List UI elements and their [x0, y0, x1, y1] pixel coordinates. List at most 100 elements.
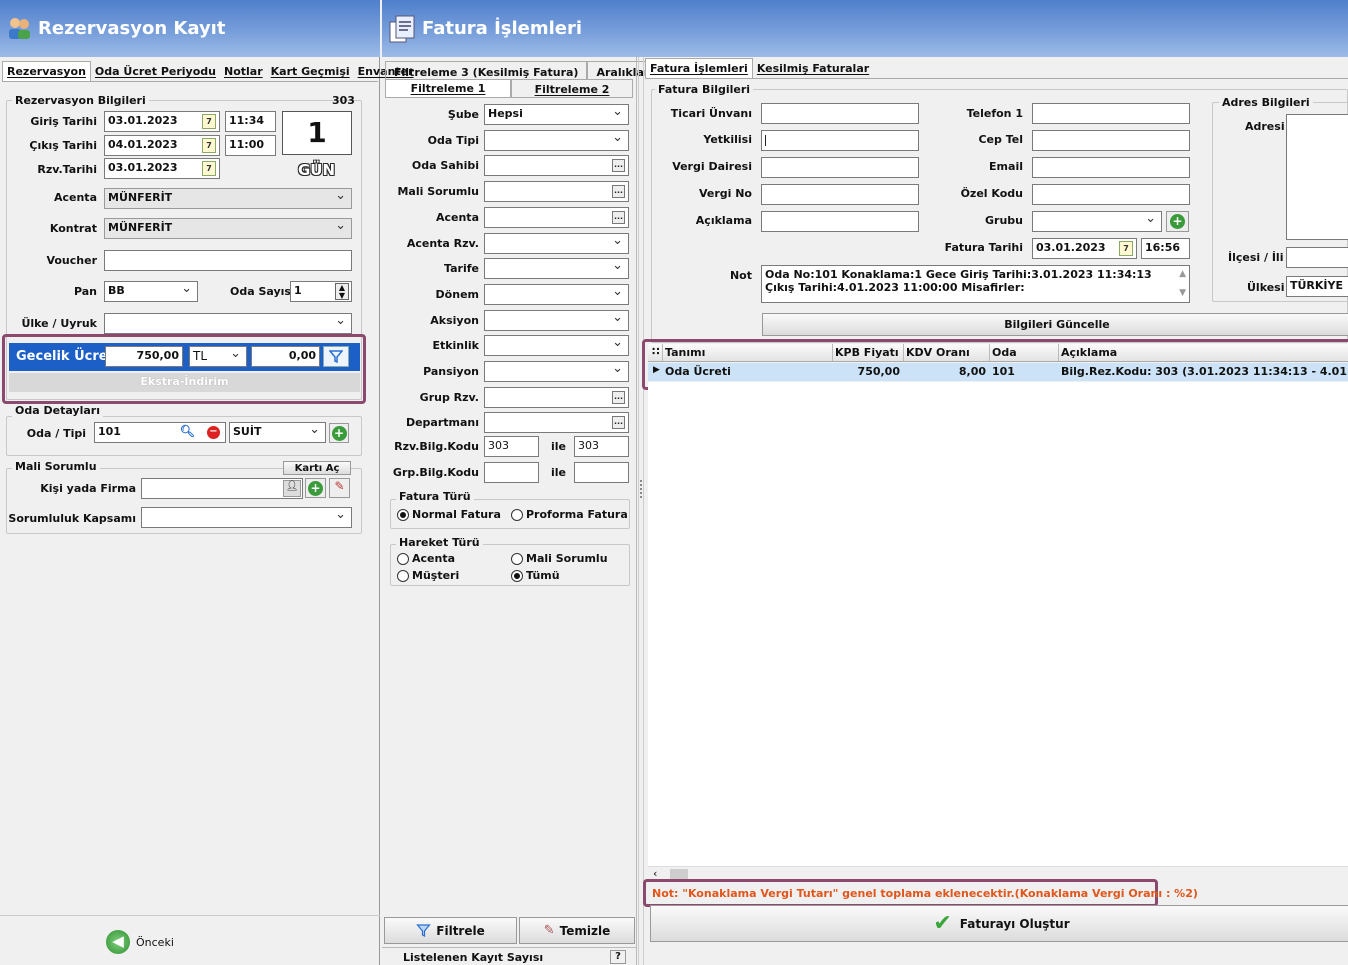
add-person-button[interactable]: +	[305, 478, 326, 498]
proforma-fatura-radio[interactable]: Proforma Fatura	[511, 508, 628, 521]
ticari-input[interactable]	[761, 103, 919, 124]
filter-input[interactable]	[484, 335, 629, 356]
tab-oda-ucret-periyodu[interactable]: Oda Ücret Periyodu	[91, 62, 220, 81]
ellipsis-icon[interactable]: ...	[612, 211, 625, 224]
ozel-input[interactable]	[1032, 184, 1190, 205]
ulkesi-input[interactable]: TÜRKİYE	[1286, 276, 1348, 297]
vergi-no-input[interactable]	[761, 184, 919, 205]
ellipsis-icon[interactable]: ...	[612, 159, 625, 172]
filter-input[interactable]: ...	[484, 181, 629, 202]
filter-input[interactable]: ...	[484, 155, 629, 176]
filter-input[interactable]	[484, 361, 629, 382]
h-mali-radio[interactable]: Mali Sorumlu	[511, 552, 608, 565]
filter-input[interactable]: Hepsi	[484, 104, 629, 125]
yetkili-input[interactable]	[761, 130, 919, 151]
karti-ac-button[interactable]: Kartı Aç	[283, 461, 351, 475]
tab-kesilmis-faturalar[interactable]: Kesilmiş Faturalar	[753, 59, 873, 78]
email-input[interactable]	[1032, 157, 1190, 178]
add-group-button[interactable]: +	[1166, 211, 1189, 232]
currency-select[interactable]: TL	[189, 346, 247, 367]
col-kpb-fiyati[interactable]: KPB Fiyatı	[835, 346, 899, 359]
grp-bilg-from-input[interactable]	[484, 462, 539, 483]
cikis-date-input[interactable]: 04.01.2023 7	[104, 135, 220, 156]
bilgileri-guncelle-button[interactable]: Bilgileri Güncelle	[762, 313, 1348, 336]
calendar-icon[interactable]: 7	[1119, 241, 1133, 256]
oda-tipi-select[interactable]: SUİT	[229, 422, 326, 443]
scroll-thumb[interactable]	[670, 869, 688, 879]
tab-filtreleme-3[interactable]: Filtreleme 3 (Kesilmiş Fatura)	[385, 61, 588, 79]
filter-input[interactable]: ...	[484, 387, 629, 408]
scroll-down-icon[interactable]: ▼	[1179, 287, 1186, 300]
giris-date-input[interactable]: 03.01.2023 7	[104, 111, 220, 132]
not-textarea[interactable]: Oda No:101 Konaklama:1 Gece Giriş Tarihi…	[761, 265, 1190, 303]
filter-input[interactable]: ...	[484, 207, 629, 228]
calendar-icon[interactable]: 7	[202, 114, 216, 129]
filter-input[interactable]	[484, 233, 629, 254]
ellipsis-icon[interactable]: ...	[612, 185, 625, 198]
voucher-input[interactable]	[104, 250, 352, 271]
help-button[interactable]: ?	[610, 950, 626, 964]
person-search-icon[interactable]: 👤︎	[283, 480, 301, 497]
giris-time-input[interactable]: 11:34	[225, 111, 276, 132]
ellipsis-icon[interactable]: ...	[612, 391, 625, 404]
adresi-textarea[interactable]	[1286, 114, 1348, 240]
kisi-input[interactable]	[141, 478, 303, 499]
filter-input[interactable]	[484, 284, 629, 305]
grubu-select[interactable]	[1032, 211, 1162, 232]
calendar-icon[interactable]: 7	[202, 138, 216, 153]
filter-icon[interactable]	[323, 346, 349, 367]
edit-icon[interactable]: ✎	[329, 478, 350, 498]
aciklama-input[interactable]	[761, 211, 919, 232]
telefon-input[interactable]	[1032, 103, 1190, 124]
tab-fatura-islemleri[interactable]: Fatura İşlemleri	[645, 58, 753, 78]
onceki-button[interactable]: ◀ Önceki	[106, 930, 174, 954]
discount-input[interactable]: 0,00	[251, 346, 320, 367]
tab-rezervasyon[interactable]: Rezervasyon	[2, 61, 91, 81]
oda-no-input[interactable]: 101 🔍︎ −	[94, 422, 226, 443]
temizle-button[interactable]: ✎ Temizle	[519, 917, 635, 944]
vergi-dairesi-input[interactable]	[761, 157, 919, 178]
calendar-icon[interactable]: 7	[202, 161, 216, 176]
rzv-bilg-to-input[interactable]: 303	[574, 436, 629, 457]
spinner-icon[interactable]: ▲ ▼	[335, 283, 349, 300]
ilce-input[interactable]	[1286, 247, 1348, 268]
filter-input[interactable]	[484, 310, 629, 331]
horizontal-scrollbar[interactable]: ‹	[648, 866, 1348, 880]
ulke-select[interactable]	[104, 313, 352, 334]
ellipsis-icon[interactable]: ...	[612, 416, 625, 429]
tab-filtreleme-2[interactable]: Filtreleme 2	[511, 79, 633, 97]
rzv-date-input[interactable]: 03.01.2023 7	[104, 158, 220, 179]
tab-notlar[interactable]: Notlar	[220, 62, 267, 81]
cep-input[interactable]	[1032, 130, 1190, 151]
col-aciklama[interactable]: Açıklama	[1061, 346, 1117, 359]
pan-select[interactable]: BB	[104, 281, 198, 302]
col-oda[interactable]: Oda	[992, 346, 1017, 359]
filter-input[interactable]	[484, 130, 629, 151]
kontrat-select[interactable]: MÜNFERİT	[104, 218, 352, 239]
ekstra-indirim-button[interactable]: Ekstra-İndirim	[9, 373, 360, 392]
scroll-up-icon[interactable]: ▲	[1179, 268, 1186, 281]
rzv-bilg-from-input[interactable]: 303	[484, 436, 539, 457]
filtrele-button[interactable]: Filtrele	[384, 917, 517, 944]
faturayi-olustur-button[interactable]: ✔ Faturayı Oluştur	[650, 905, 1348, 942]
kapsam-select[interactable]	[141, 507, 352, 528]
acenta-select[interactable]: MÜNFERİT	[104, 188, 352, 209]
table-row[interactable]: ▶ Oda Ücreti 750,00 8,00 101 Bilg.Rez.Ko…	[648, 363, 1348, 381]
remove-icon[interactable]: −	[207, 426, 220, 439]
cikis-time-input[interactable]: 11:00	[225, 135, 276, 156]
grp-bilg-to-input[interactable]	[574, 462, 629, 483]
col-tanimi[interactable]: Tanımı	[665, 346, 705, 359]
col-kdv-orani[interactable]: KDV Oranı	[906, 346, 970, 359]
fatura-tarihi-input[interactable]: 03.01.2023 7	[1032, 238, 1137, 259]
h-musteri-radio[interactable]: Müşteri	[397, 569, 459, 582]
splitter[interactable]	[638, 57, 644, 965]
search-icon[interactable]: 🔍︎	[180, 424, 195, 438]
normal-fatura-radio[interactable]: Normal Fatura	[397, 508, 501, 521]
h-tumu-radio[interactable]: Tümü	[511, 569, 560, 582]
oda-sayisi-input[interactable]: 1 ▲ ▼	[290, 281, 352, 302]
gecelik-input[interactable]: 750,00	[105, 346, 183, 367]
filter-input[interactable]: ...	[484, 412, 629, 433]
add-room-button[interactable]: +	[329, 423, 349, 443]
h-acenta-radio[interactable]: Acenta	[397, 552, 455, 565]
filter-input[interactable]	[484, 258, 629, 279]
